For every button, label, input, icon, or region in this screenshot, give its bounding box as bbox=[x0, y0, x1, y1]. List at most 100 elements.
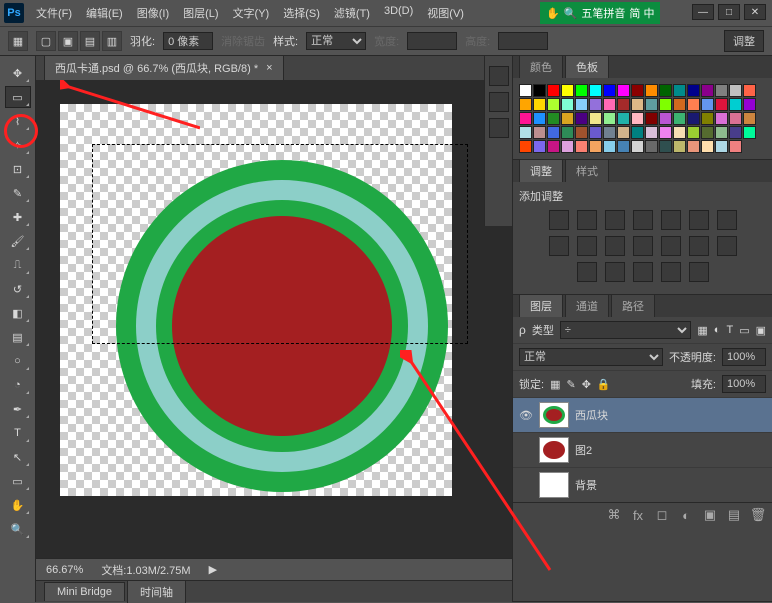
swatch[interactable] bbox=[617, 98, 630, 111]
swatch[interactable] bbox=[533, 84, 546, 97]
strip-icon-2[interactable] bbox=[489, 92, 509, 112]
tool-pen[interactable]: ✒ bbox=[5, 398, 31, 420]
swatch[interactable] bbox=[547, 140, 560, 153]
style-select[interactable]: 正常 bbox=[306, 32, 366, 50]
panel-tab[interactable]: 图层 bbox=[519, 294, 563, 317]
close-button[interactable]: ✕ bbox=[744, 4, 766, 20]
bottom-tab[interactable]: Mini Bridge bbox=[44, 582, 125, 601]
swatch[interactable] bbox=[617, 140, 630, 153]
swatch[interactable] bbox=[729, 84, 742, 97]
layer-thumbnail[interactable] bbox=[539, 472, 569, 498]
swatch[interactable] bbox=[575, 112, 588, 125]
smart-filter-icon[interactable]: ▣ bbox=[756, 324, 766, 337]
canvas-viewport[interactable] bbox=[36, 80, 512, 558]
swatch[interactable] bbox=[743, 112, 756, 125]
swatch[interactable] bbox=[673, 140, 686, 153]
swatch[interactable] bbox=[603, 126, 616, 139]
adjustment-icon[interactable] bbox=[717, 210, 737, 230]
layer-thumbnail[interactable] bbox=[539, 437, 569, 463]
close-icon[interactable]: × bbox=[266, 62, 272, 74]
swatch[interactable] bbox=[631, 112, 644, 125]
minimize-button[interactable]: — bbox=[692, 4, 714, 20]
swatch[interactable] bbox=[575, 126, 588, 139]
adjustment-icon[interactable] bbox=[661, 210, 681, 230]
swatch[interactable] bbox=[673, 112, 686, 125]
swatch[interactable] bbox=[701, 98, 714, 111]
swatch[interactable] bbox=[519, 84, 532, 97]
swatch[interactable] bbox=[519, 126, 532, 139]
swatch[interactable] bbox=[617, 112, 630, 125]
swatch[interactable] bbox=[561, 98, 574, 111]
adjustment-icon[interactable] bbox=[577, 210, 597, 230]
selection-new-icon[interactable]: ▢ bbox=[36, 31, 56, 51]
swatch[interactable] bbox=[575, 140, 588, 153]
swatch[interactable] bbox=[575, 84, 588, 97]
swatch[interactable] bbox=[589, 126, 602, 139]
tool-marquee[interactable]: ▭ bbox=[5, 86, 31, 108]
swatch[interactable] bbox=[561, 112, 574, 125]
menu-item[interactable]: 选择(S) bbox=[277, 2, 326, 24]
tool-eraser[interactable]: ◧ bbox=[5, 302, 31, 324]
swatch[interactable] bbox=[701, 112, 714, 125]
swatch[interactable] bbox=[687, 112, 700, 125]
menu-item[interactable]: 编辑(E) bbox=[80, 2, 129, 24]
tool-eyedropper[interactable]: ✎ bbox=[5, 182, 31, 204]
menu-item[interactable]: 视图(V) bbox=[421, 2, 470, 24]
tool-gradient[interactable]: ▤ bbox=[5, 326, 31, 348]
adjust-filter-icon[interactable]: ◐ bbox=[714, 324, 721, 336]
swatch[interactable] bbox=[519, 112, 532, 125]
swatch[interactable] bbox=[715, 98, 728, 111]
feather-input[interactable] bbox=[163, 32, 213, 50]
swatch[interactable] bbox=[575, 98, 588, 111]
swatch[interactable] bbox=[673, 126, 686, 139]
layer-mask-icon[interactable]: ◻ bbox=[654, 507, 670, 523]
swatch[interactable] bbox=[645, 140, 658, 153]
layer-kind-select[interactable]: ÷ bbox=[560, 321, 692, 339]
adjustment-icon[interactable] bbox=[689, 210, 709, 230]
adjustment-icon[interactable] bbox=[577, 236, 597, 256]
lock-all-icon[interactable]: 🔒 bbox=[597, 378, 611, 391]
swatch[interactable] bbox=[715, 112, 728, 125]
adjustment-icon[interactable] bbox=[689, 236, 709, 256]
ime-indicator[interactable]: ✋ 🔍 五笔拼音 简 中 bbox=[540, 2, 660, 24]
fill-input[interactable] bbox=[722, 375, 766, 393]
swatch[interactable] bbox=[589, 140, 602, 153]
adjustment-icon[interactable] bbox=[661, 262, 681, 282]
panel-tab[interactable]: 样式 bbox=[565, 159, 609, 182]
swatch[interactable] bbox=[743, 98, 756, 111]
swatch[interactable] bbox=[603, 112, 616, 125]
adjustment-icon[interactable] bbox=[633, 262, 653, 282]
layer-thumbnail[interactable] bbox=[539, 402, 569, 428]
swatch[interactable] bbox=[519, 140, 532, 153]
adjustment-icon[interactable] bbox=[661, 236, 681, 256]
adjustment-icon[interactable] bbox=[549, 210, 569, 230]
bottom-tab[interactable]: 时间轴 bbox=[127, 580, 186, 603]
tool-dodge[interactable]: ◔ bbox=[5, 374, 31, 396]
swatch[interactable] bbox=[589, 112, 602, 125]
menu-item[interactable]: 图像(I) bbox=[131, 2, 175, 24]
swatch[interactable] bbox=[743, 126, 756, 139]
swatch[interactable] bbox=[631, 98, 644, 111]
type-filter-icon[interactable]: T bbox=[726, 324, 733, 336]
tool-move[interactable]: ✥ bbox=[5, 62, 31, 84]
visibility-icon[interactable]: 👁 bbox=[519, 409, 533, 422]
swatch[interactable] bbox=[631, 140, 644, 153]
swatch[interactable] bbox=[547, 126, 560, 139]
swatch[interactable] bbox=[533, 112, 546, 125]
panel-tab[interactable]: 路径 bbox=[611, 294, 655, 317]
swatch[interactable] bbox=[701, 126, 714, 139]
tool-zoom[interactable]: 🔍 bbox=[5, 518, 31, 540]
adjustment-icon[interactable] bbox=[605, 236, 625, 256]
adjustment-icon[interactable] bbox=[605, 262, 625, 282]
swatch[interactable] bbox=[533, 98, 546, 111]
swatch[interactable] bbox=[547, 98, 560, 111]
layer-fx-icon[interactable]: fx bbox=[630, 507, 646, 523]
layer-item[interactable]: 背景 bbox=[513, 467, 772, 502]
document-tab[interactable]: 西瓜卡通.psd @ 66.7% (西瓜块, RGB/8) * × bbox=[44, 55, 284, 80]
swatch[interactable] bbox=[645, 84, 658, 97]
swatch[interactable] bbox=[561, 84, 574, 97]
selection-intersect-icon[interactable]: ▥ bbox=[102, 31, 122, 51]
pixel-filter-icon[interactable]: ▦ bbox=[697, 324, 707, 337]
swatch[interactable] bbox=[659, 126, 672, 139]
menu-item[interactable]: 文字(Y) bbox=[227, 2, 276, 24]
